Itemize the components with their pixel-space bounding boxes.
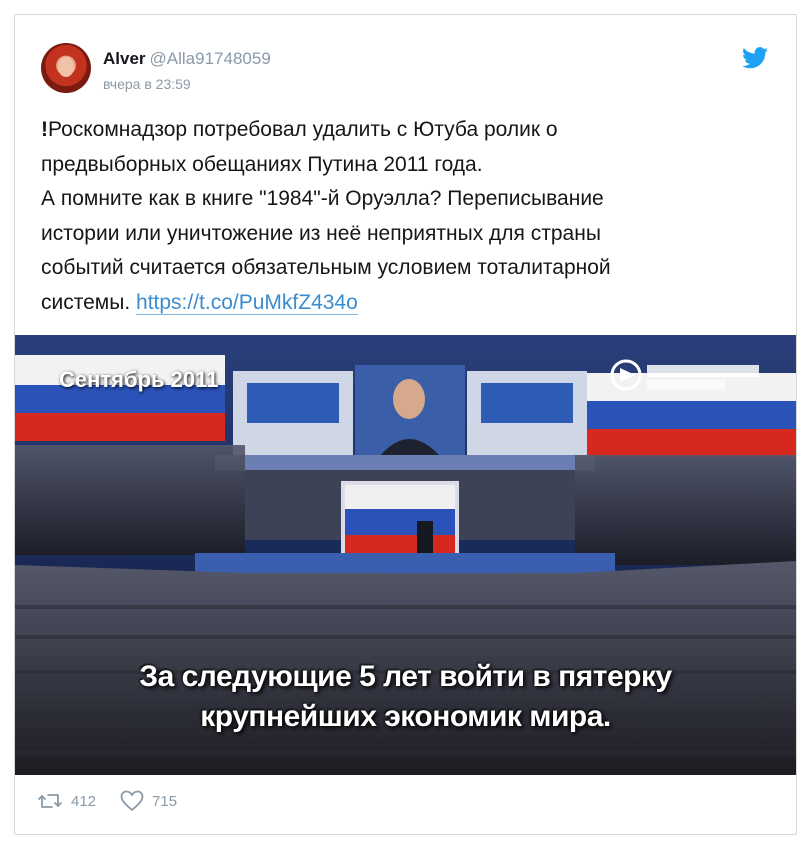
podium-screen (341, 481, 459, 565)
video-subtitle-line-1: За следующие 5 лет войти в пятерку (139, 660, 672, 693)
author-name[interactable]: Alver (103, 49, 146, 68)
tweet-actions: 412 715 (37, 787, 197, 815)
tweet-text: !Роскомнадзор потребовал удалить с Ютуба… (41, 113, 741, 320)
twitter-bird-icon[interactable] (742, 47, 768, 69)
heart-icon (120, 790, 144, 811)
timestamp[interactable]: вчера в 23:59 (103, 76, 191, 92)
like-count: 715 (152, 792, 178, 810)
video-subtitle-line-2: крупнейших экономик мира. (200, 700, 611, 733)
tweet-line-4: истории или уничтожение из неё неприятны… (41, 221, 601, 245)
tweet-line-5: событий считается обязательным условием … (41, 256, 611, 279)
retweet-button[interactable]: 412 (37, 791, 96, 811)
tweet-card: Alver @Alla91748059 вчера в 23:59 !Роском… (14, 14, 797, 835)
tweet-link[interactable]: https://t.co/PuMkfZ434o (136, 290, 358, 315)
author-handle[interactable]: @Alla91748059 (150, 49, 271, 68)
author-line: Alver @Alla91748059 (103, 49, 271, 69)
like-button[interactable]: 715 (120, 790, 177, 812)
video-date-caption: Сентябрь 2011 (59, 367, 219, 392)
avatar[interactable] (41, 43, 91, 93)
video-thumbnail[interactable]: Сентябрь 2011 За следующие 5 лет войти в… (15, 335, 796, 775)
exclamation-mark: ! (41, 118, 48, 141)
tweet-line-2: предвыборных обещаниях Путина 2011 года. (41, 152, 483, 176)
tweet-line-1: !Роскомнадзор потребовал удалить с Ютуба… (41, 118, 558, 141)
tweet-line-6: системы. https://t.co/PuMkfZ434o (41, 290, 358, 315)
retweet-icon (38, 794, 62, 808)
retweet-count: 412 (71, 792, 97, 810)
tweet-line-3: А помните как в книге "1984"-й Оруэлла? … (41, 187, 604, 210)
stage-screens (215, 365, 595, 471)
